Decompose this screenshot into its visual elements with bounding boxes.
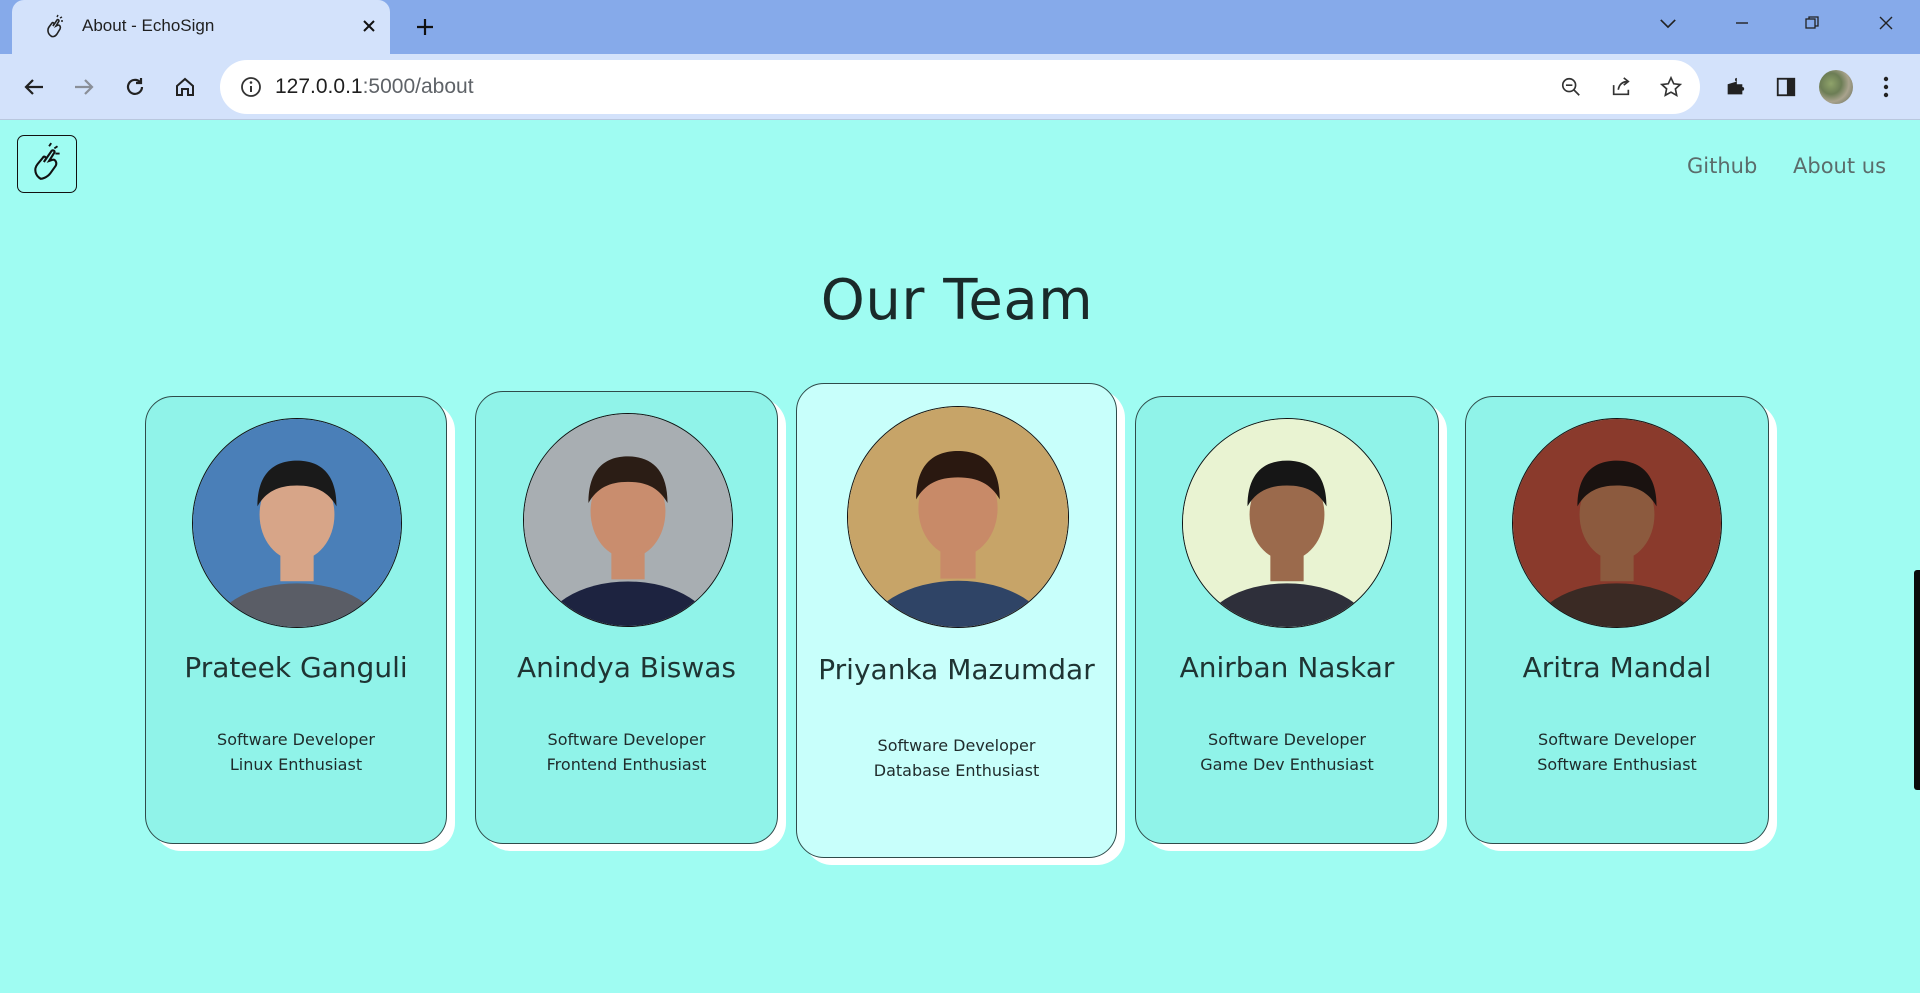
member-role-interest: Software Enthusiast bbox=[1537, 755, 1697, 774]
member-name: Anindya Biswas bbox=[516, 651, 737, 684]
nav-link-github[interactable]: Github bbox=[1687, 154, 1757, 178]
browser-toolbar: 127.0.0.1:5000/about bbox=[0, 54, 1920, 120]
member-role-interest: Database Enthusiast bbox=[873, 761, 1040, 780]
zoom-out-icon[interactable] bbox=[1556, 72, 1586, 102]
member-photo bbox=[192, 418, 402, 628]
member-role-title: Software Developer bbox=[1538, 730, 1696, 749]
member-portrait bbox=[1513, 419, 1721, 627]
member-role-interest: Frontend Enthusiast bbox=[546, 755, 707, 774]
member-name: Anirban Naskar bbox=[1179, 651, 1395, 684]
member-portrait bbox=[848, 407, 1068, 627]
member-portrait bbox=[193, 419, 401, 627]
minimize-icon[interactable] bbox=[1722, 8, 1762, 38]
team-card: Anindya Biswas Software Developer Fronten… bbox=[475, 391, 778, 844]
forward-arrow-icon[interactable] bbox=[65, 68, 103, 106]
page-title: Our Team bbox=[820, 268, 1094, 333]
member-role-title: Software Developer bbox=[547, 730, 706, 749]
new-tab-icon[interactable] bbox=[410, 12, 440, 42]
back-arrow-icon[interactable] bbox=[15, 68, 53, 106]
member-name: Aritra Mandal bbox=[1522, 651, 1712, 684]
browser-tab-bar: About - EchoSign bbox=[0, 0, 1920, 54]
member-role: Software Developer Game Dev Enthusiast bbox=[1136, 727, 1438, 777]
share-icon[interactable] bbox=[1606, 72, 1636, 102]
home-icon[interactable] bbox=[166, 68, 204, 106]
browser-tab[interactable]: About - EchoSign bbox=[12, 0, 390, 54]
snap-hand-icon bbox=[42, 14, 68, 40]
member-role: Software Developer Software Enthusiast bbox=[1466, 727, 1768, 777]
close-tab-icon[interactable] bbox=[355, 12, 383, 40]
member-photo bbox=[523, 413, 733, 627]
member-portrait bbox=[1183, 419, 1391, 627]
nav-link-about-us[interactable]: About us bbox=[1793, 154, 1886, 178]
member-name: Priyanka Mazumdar bbox=[818, 653, 1095, 686]
member-role: Software Developer Database Enthusiast bbox=[797, 733, 1116, 783]
site-info-icon[interactable] bbox=[238, 74, 264, 100]
address-bar[interactable]: 127.0.0.1:5000/about bbox=[220, 60, 1700, 114]
team-card-featured: Priyanka Mazumdar Software Developer Data… bbox=[796, 383, 1117, 858]
team-card: Prateek Ganguli Software Developer Linux … bbox=[145, 396, 447, 844]
snap-hand-logo-icon bbox=[26, 141, 68, 188]
member-role: Software Developer Linux Enthusiast bbox=[146, 727, 446, 777]
member-role-title: Software Developer bbox=[1208, 730, 1366, 749]
team-card: Aritra Mandal Software Developer Software… bbox=[1465, 396, 1769, 844]
member-role-title: Software Developer bbox=[877, 736, 1036, 755]
member-photo bbox=[1182, 418, 1392, 628]
url-text[interactable]: 127.0.0.1:5000/about bbox=[275, 75, 474, 99]
page-scrollbar-thumb[interactable] bbox=[1914, 570, 1920, 790]
member-role-title: Software Developer bbox=[217, 730, 375, 749]
menu-kebab-icon[interactable] bbox=[1867, 68, 1905, 106]
member-role: Software Developer Frontend Enthusiast bbox=[476, 727, 777, 777]
site-logo[interactable] bbox=[17, 135, 77, 193]
member-photo bbox=[1512, 418, 1722, 628]
profile-avatar bbox=[1819, 70, 1853, 104]
url-path: :5000/about bbox=[362, 75, 474, 98]
member-photo bbox=[847, 406, 1069, 628]
team-card: Anirban Naskar Software Developer Game De… bbox=[1135, 396, 1439, 844]
tab-title: About - EchoSign bbox=[82, 16, 215, 35]
member-role-interest: Game Dev Enthusiast bbox=[1200, 755, 1374, 774]
reload-icon[interactable] bbox=[116, 68, 154, 106]
profile-avatar-icon[interactable] bbox=[1817, 68, 1855, 106]
restore-icon[interactable] bbox=[1792, 8, 1832, 38]
close-window-icon[interactable] bbox=[1866, 8, 1906, 38]
tab-search-chevron-icon[interactable] bbox=[1648, 8, 1688, 38]
member-name: Prateek Ganguli bbox=[184, 651, 408, 684]
member-portrait bbox=[524, 414, 732, 626]
bookmark-star-icon[interactable] bbox=[1656, 72, 1686, 102]
extensions-puzzle-icon[interactable] bbox=[1716, 68, 1754, 106]
member-role-interest: Linux Enthusiast bbox=[229, 755, 363, 774]
side-panel-icon[interactable] bbox=[1767, 68, 1805, 106]
url-host: 127.0.0.1 bbox=[275, 75, 363, 98]
